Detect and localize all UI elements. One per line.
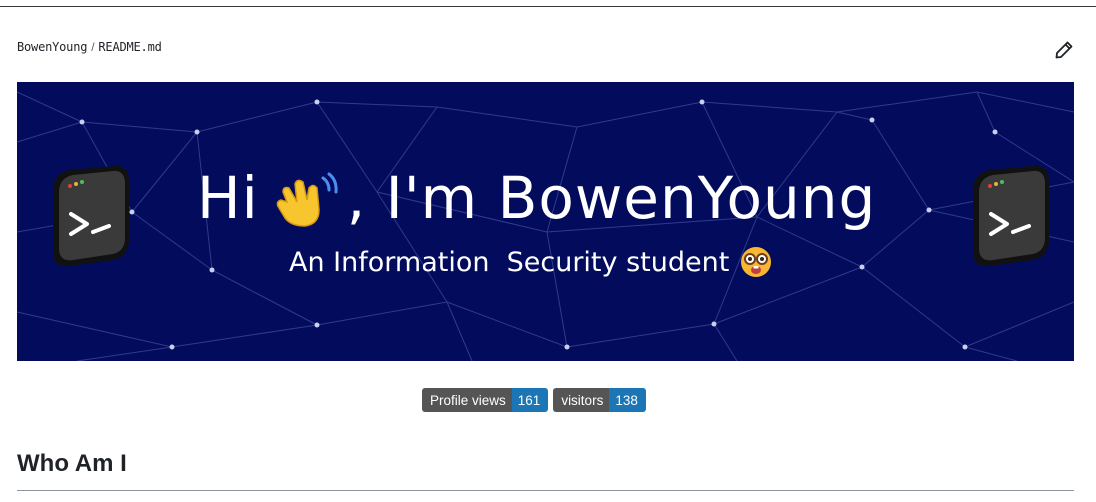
badge-row: Profile views 161 visitors 138 bbox=[422, 388, 646, 412]
hero-greeting: Hi , I'm BowenYoung bbox=[197, 164, 876, 232]
edit-file-button[interactable] bbox=[1052, 38, 1076, 62]
subtitle-text: An Information Security student bbox=[289, 246, 730, 278]
waving-hand-icon bbox=[276, 172, 338, 227]
greeting-hi: Hi bbox=[197, 164, 259, 232]
greeting-name: , I'm BowenYoung bbox=[346, 164, 877, 232]
terminal-icon bbox=[53, 165, 129, 267]
visitors-badge[interactable]: visitors 138 bbox=[553, 388, 646, 412]
heading-divider bbox=[17, 490, 1074, 491]
badge-value: 161 bbox=[511, 388, 549, 412]
pencil-icon bbox=[1055, 41, 1073, 59]
profile-banner: Hi , I'm BowenYoung An Information Secur… bbox=[17, 82, 1074, 361]
breadcrumb-file: README.md bbox=[98, 40, 162, 54]
top-divider bbox=[0, 6, 1096, 7]
profile-views-badge[interactable]: Profile views 161 bbox=[422, 388, 549, 412]
badge-label: visitors bbox=[553, 388, 610, 412]
nerd-face-icon bbox=[741, 247, 772, 277]
badge-value: 138 bbox=[609, 388, 646, 412]
badge-label: Profile views bbox=[422, 388, 512, 412]
section-heading: Who Am I bbox=[17, 450, 127, 477]
hero-subtitle: An Information Security student bbox=[289, 245, 773, 279]
terminal-icon bbox=[973, 165, 1049, 267]
breadcrumb: BowenYoung / README.md bbox=[17, 40, 162, 54]
breadcrumb-owner[interactable]: BowenYoung bbox=[17, 40, 87, 54]
breadcrumb-separator: / bbox=[91, 40, 95, 54]
